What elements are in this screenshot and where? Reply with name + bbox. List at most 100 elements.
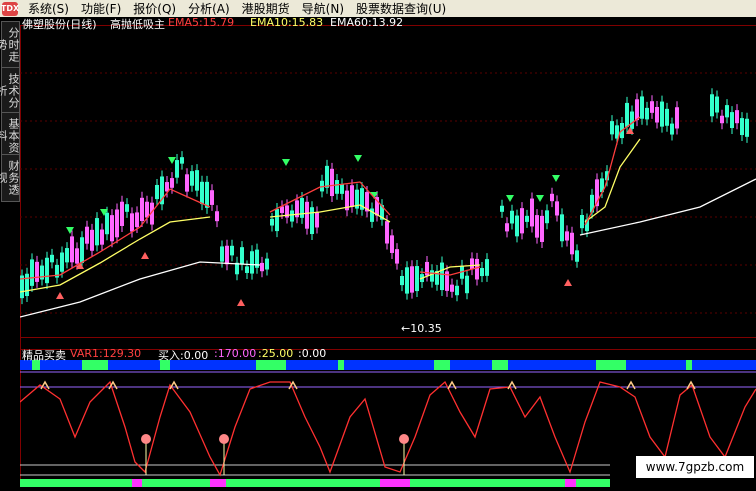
candle-body: [455, 285, 459, 296]
candle-body: [100, 229, 104, 245]
candle-body: [210, 190, 214, 205]
kline-chart[interactable]: [19, 17, 756, 487]
candle-body: [60, 252, 64, 272]
candle-body: [410, 266, 414, 293]
app-logo-icon: TDX: [1, 1, 19, 16]
candle-body: [50, 254, 54, 263]
candle-body: [115, 209, 119, 238]
candle-body: [200, 181, 204, 205]
signal-band-green: [434, 360, 450, 370]
bottom-band-magenta: [210, 479, 226, 487]
candle-body: [305, 201, 309, 229]
candle-body: [35, 261, 39, 282]
signal-band-green: [492, 360, 508, 370]
signal-band-green: [686, 360, 692, 370]
candle-body: [540, 215, 544, 242]
candle-body: [245, 266, 249, 273]
candle-body: [130, 213, 134, 232]
candle-body: [655, 106, 659, 123]
signal-band-green: [596, 360, 626, 370]
watermark: www.7gpzb.com: [636, 456, 754, 478]
bottom-band-magenta: [565, 479, 576, 487]
menu-function[interactable]: 功能(F): [75, 0, 127, 17]
candle-body: [310, 207, 314, 235]
candle-body: [555, 201, 559, 216]
candle-body: [735, 110, 739, 124]
signal-band-green: [82, 360, 108, 370]
candle-body: [450, 284, 454, 292]
candle-body: [565, 231, 569, 241]
candle-body: [75, 248, 79, 264]
candle-body: [505, 223, 509, 232]
candle-body: [350, 185, 354, 207]
menu-hk-futures[interactable]: 港股期货: [236, 0, 296, 17]
candle-body: [525, 215, 529, 222]
candle-body: [140, 197, 144, 222]
tab-technical-analysis[interactable]: 技术分析: [0, 67, 20, 115]
candle-body: [250, 251, 254, 274]
tab-fundamentals[interactable]: 基本资料: [0, 112, 20, 160]
candle-body: [65, 248, 69, 263]
candle-body: [545, 210, 549, 224]
candle-body: [300, 198, 304, 218]
candle-body: [195, 170, 199, 191]
low-price-annotation: ←10.35: [401, 322, 442, 335]
candle-body: [120, 201, 124, 226]
menu-stock-data-query[interactable]: 股票数据查询(U): [350, 0, 452, 17]
candle-body: [185, 174, 189, 192]
candle-body: [170, 178, 174, 188]
candle-body: [405, 267, 409, 294]
candle-body: [510, 210, 514, 224]
candle-body: [660, 101, 664, 127]
chart-area[interactable]: 佛塑股份(日线) 高抛低吸主 EMA5:15.79 EMA10:15.83 EM…: [19, 16, 756, 487]
candle-body: [645, 107, 649, 120]
candle-body: [515, 215, 519, 237]
candle-body: [265, 258, 269, 270]
signal-band-blue: [20, 360, 756, 370]
candle-body: [330, 168, 334, 197]
var1-value: VAR1:129.30: [70, 347, 142, 360]
candle-body: [180, 157, 184, 164]
candle-body: [95, 218, 99, 246]
candle-body: [125, 204, 129, 212]
candle-body: [520, 208, 524, 234]
sub-indicator-title: 精品买卖: [22, 349, 66, 362]
candle-body: [710, 94, 714, 117]
candle-body: [430, 270, 434, 282]
menu-system[interactable]: 系统(S): [22, 0, 75, 17]
tab-financials[interactable]: 财务透视: [0, 154, 20, 202]
candle-body: [215, 211, 219, 222]
candle-body: [400, 275, 404, 286]
indicator-title: 高抛低吸主: [110, 18, 165, 31]
candle-body: [275, 209, 279, 232]
ema10-value: EMA10:15.83: [250, 16, 324, 29]
candle-body: [465, 275, 469, 294]
candle-body: [580, 215, 584, 229]
candle-body: [440, 262, 444, 291]
candle-body: [480, 268, 484, 277]
candle-body: [70, 236, 74, 263]
menu-analysis[interactable]: 分析(A): [182, 0, 236, 17]
menu-navigation[interactable]: 导航(N): [296, 0, 350, 17]
candle-body: [80, 237, 84, 264]
candle-body: [650, 101, 654, 113]
side-tab-panel: 分时走势 技术分析 基本资料 财务透视: [0, 17, 20, 487]
candle-body: [500, 205, 504, 212]
candle-body: [740, 118, 744, 136]
candle-body: [155, 184, 159, 200]
candle-body: [85, 226, 89, 244]
tab-time-sharing[interactable]: 分时走势: [0, 21, 20, 69]
candle-body: [485, 259, 489, 276]
candle-body: [225, 245, 229, 265]
menu-quote[interactable]: 报价(Q): [127, 0, 182, 17]
candle-body: [110, 215, 114, 242]
candle-body: [335, 180, 339, 194]
candle-body: [25, 273, 29, 297]
candle-body: [625, 102, 629, 127]
level-25-label: :25.00: [258, 347, 294, 360]
candle-body: [190, 171, 194, 186]
candle-body: [290, 210, 294, 222]
buy-signal-icon: [141, 434, 151, 444]
candle-body: [240, 247, 244, 265]
candle-body: [635, 99, 639, 121]
